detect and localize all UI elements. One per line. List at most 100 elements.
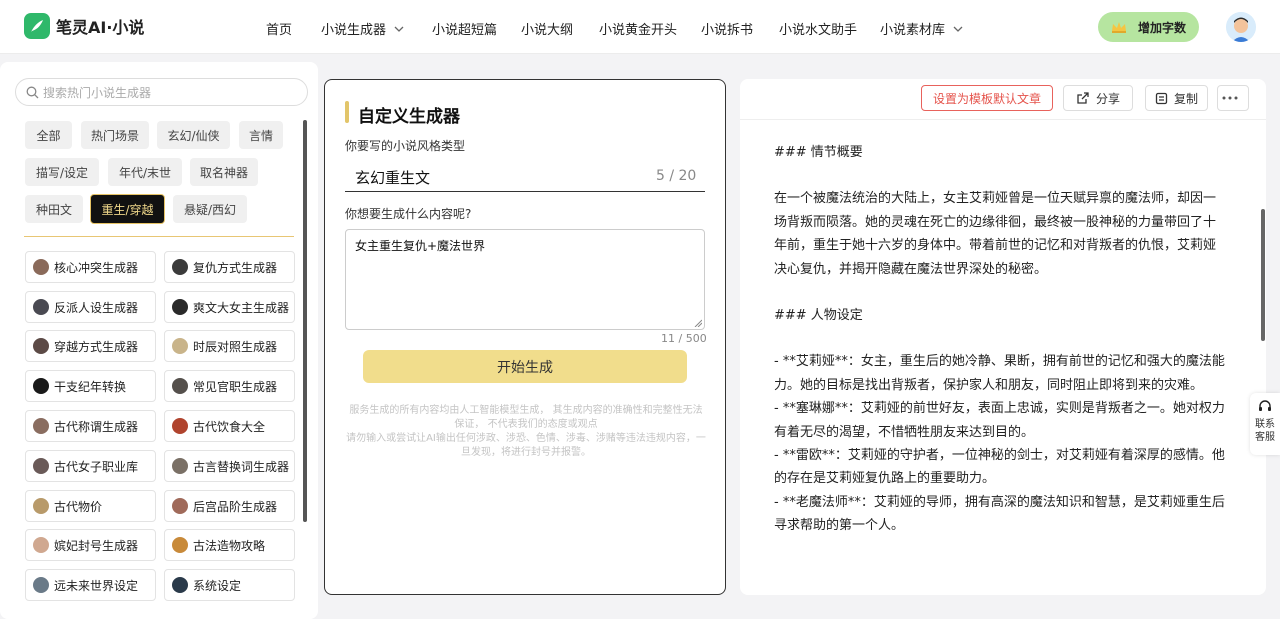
heading-characters: ### 人物设定 <box>774 308 863 324</box>
generator-label: 古代称谓生成器 <box>54 419 139 434</box>
generator-card[interactable]: 时辰对照生成器 <box>164 330 295 362</box>
avatar-icon <box>172 259 188 275</box>
tag-label: 言情 <box>248 128 273 143</box>
generator-card[interactable]: 核心冲突生成器 <box>25 251 156 283</box>
tag-era[interactable]: 年代/末世 <box>108 158 182 186</box>
nav-label: 小说生成器 <box>321 23 387 38</box>
generator-card[interactable]: 常见官职生成器 <box>164 370 295 402</box>
tag-label: 全部 <box>36 128 61 143</box>
tag-description[interactable]: 描写/设定 <box>25 158 99 186</box>
nav-label: 小说大纲 <box>521 23 574 38</box>
custom-generator-form: 自定义生成器 你要写的小说风格类型 玄幻重生文 5 / 20 你想要生成什么内容… <box>324 79 726 595</box>
output-panel: 设置为模板默认文章 分享 复制 ### 情节概要 在一个被魔法统治的大陆上，女主… <box>740 79 1266 595</box>
generator-label: 系统设定 <box>193 578 242 593</box>
generator-label: 时辰对照生成器 <box>193 339 278 354</box>
tag-all[interactable]: 全部 <box>25 121 72 149</box>
contact-label: 联系客服 <box>1255 419 1275 443</box>
share-label: 分享 <box>1095 91 1120 106</box>
avatar-icon <box>33 458 49 474</box>
generator-card[interactable]: 反派人设生成器 <box>25 291 156 323</box>
avatar-icon <box>172 498 188 514</box>
style-input[interactable]: 玄幻重生文 <box>345 163 705 192</box>
nav-label: 小说超短篇 <box>432 23 498 38</box>
character-item: - **艾莉娅**：女主，重生后的她冷静、果断，拥有前世的记忆和强大的魔法能力。… <box>774 354 1225 393</box>
output-scrollbar[interactable] <box>1261 209 1265 341</box>
character-item: - **塞琳娜**：艾莉娅的前世好友，表面上忠诚，实则是背叛者之一。她对权力有着… <box>774 401 1225 440</box>
avatar-icon <box>172 378 188 394</box>
sidebar-scrollbar[interactable] <box>303 120 307 522</box>
start-generate-button[interactable]: 开始生成 <box>363 350 687 383</box>
search-input[interactable]: 搜索热门小说生成器 <box>15 78 308 106</box>
disclaimer-line: 服务生成的所有内容均由人工智能模型生成， 其生成内容的准确性和完整性无法保证， … <box>349 405 703 430</box>
share-button[interactable]: 分享 <box>1063 85 1133 111</box>
generator-label: 嫔妃封号生成器 <box>54 538 139 553</box>
tag-fantasy[interactable]: 玄幻/仙侠 <box>157 121 230 149</box>
nav-book-breakdown[interactable]: 小说拆书 <box>701 19 753 38</box>
generator-card[interactable]: 远未来世界设定 <box>25 569 156 601</box>
tag-romance[interactable]: 言情 <box>239 121 283 149</box>
generated-article: ### 情节概要 在一个被魔法统治的大陆上，女主艾莉娅曾是一位天赋异禀的魔法师，… <box>774 141 1226 538</box>
avatar-icon <box>33 299 49 315</box>
nav-filler-assistant[interactable]: 小说水文助手 <box>779 19 857 38</box>
user-avatar[interactable] <box>1226 12 1256 42</box>
add-words-button[interactable]: 增加字数 <box>1098 12 1199 42</box>
nav-golden-opening[interactable]: 小说黄金开头 <box>599 19 677 38</box>
search-placeholder: 搜索热门小说生成器 <box>43 85 152 100</box>
generator-card[interactable]: 后宫品阶生成器 <box>164 490 295 522</box>
nav-material-library[interactable]: 小说素材库 <box>880 19 965 38</box>
more-options-button[interactable] <box>1217 85 1249 111</box>
generator-card[interactable]: 古代物价 <box>25 490 156 522</box>
nav-novel-generator[interactable]: 小说生成器 <box>321 19 406 38</box>
food-icon <box>172 418 188 434</box>
nav-label: 小说素材库 <box>880 23 946 38</box>
avatar-icon <box>172 338 188 354</box>
generator-card[interactable]: 嫔妃封号生成器 <box>25 529 156 561</box>
style-label: 你要写的小说风格类型 <box>345 139 466 153</box>
nav-outline[interactable]: 小说大纲 <box>521 19 573 38</box>
nav-label: 小说拆书 <box>701 23 754 38</box>
contact-support-button[interactable]: 联系客服 <box>1250 393 1280 455</box>
generator-label: 干支纪年转换 <box>54 379 127 394</box>
add-words-label: 增加字数 <box>1138 20 1187 35</box>
nav-home[interactable]: 首页 <box>266 19 292 38</box>
generator-card[interactable]: 古代饮食大全 <box>164 410 295 442</box>
generator-card[interactable]: 复仇方式生成器 <box>164 251 295 283</box>
share-icon <box>1077 92 1089 104</box>
avatar-icon <box>33 418 49 434</box>
generator-card[interactable]: 古法造物攻略 <box>164 529 295 561</box>
generator-label: 古代饮食大全 <box>193 419 266 434</box>
generator-label: 穿越方式生成器 <box>54 339 139 354</box>
paragraph: 在一个被魔法统治的大陆上，女主艾莉娅曾是一位天赋异禀的魔法师，却因一场背叛而陨落… <box>774 191 1217 277</box>
resize-handle-icon[interactable] <box>694 319 702 327</box>
generator-card[interactable]: 系统设定 <box>164 569 295 601</box>
tag-rebirth-active[interactable]: 重生/穿越 <box>90 194 165 224</box>
generator-card[interactable]: 古代女子职业库 <box>25 450 156 482</box>
content-char-count: 11 / 500 <box>661 332 707 345</box>
gold-divider <box>24 236 294 237</box>
generator-label: 古代女子职业库 <box>54 459 139 474</box>
tag-naming[interactable]: 取名神器 <box>190 158 258 186</box>
chevron-down-icon <box>953 26 963 32</box>
tag-label: 种田文 <box>35 202 72 217</box>
generator-label: 远未来世界设定 <box>54 578 139 593</box>
generator-card[interactable]: 干支纪年转换 <box>25 370 156 402</box>
tag-mystery[interactable]: 悬疑/西幻 <box>173 195 247 223</box>
generator-sidebar: 搜索热门小说生成器 全部 热门场景 玄幻/仙侠 言情 描写/设定 年代/末世 取… <box>0 62 318 619</box>
tag-farming[interactable]: 种田文 <box>25 195 83 223</box>
headset-icon <box>1259 400 1271 411</box>
generator-card[interactable]: 古言替换词生成器 <box>164 450 295 482</box>
nav-short-stories[interactable]: 小说超短篇 <box>432 19 497 38</box>
copy-button[interactable]: 复制 <box>1145 85 1208 111</box>
content-textarea[interactable]: 女主重生复仇+魔法世界 <box>345 229 705 330</box>
set-default-button[interactable]: 设置为模板默认文章 <box>921 85 1053 111</box>
crown-icon <box>1112 22 1126 33</box>
yin-yang-icon <box>33 378 49 394</box>
tag-popular[interactable]: 热门场景 <box>81 121 149 149</box>
chevron-down-icon <box>394 26 404 32</box>
heading-plot: ### 情节概要 <box>774 145 863 160</box>
generator-label: 古代物价 <box>54 499 103 514</box>
generator-card[interactable]: 爽文大女主生成器 <box>164 291 295 323</box>
generator-card[interactable]: 穿越方式生成器 <box>25 330 156 362</box>
generator-card[interactable]: 古代称谓生成器 <box>25 410 156 442</box>
nav-label: 小说水文助手 <box>779 23 858 38</box>
